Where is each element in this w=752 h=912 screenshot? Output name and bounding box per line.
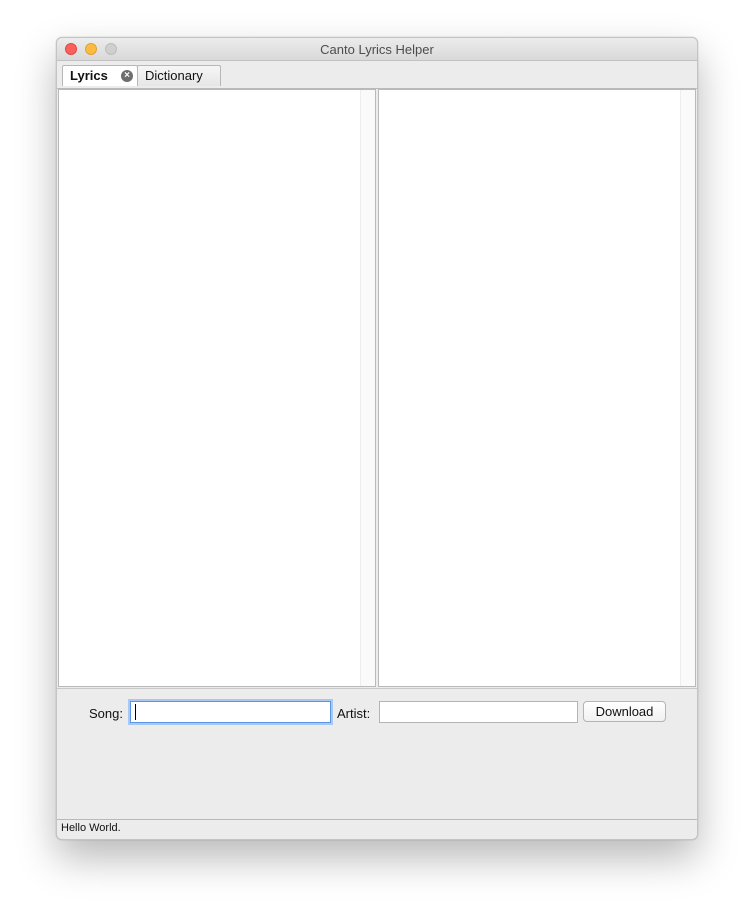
tab-strip: Lyrics × Dictionary <box>57 61 697 89</box>
left-scrollbar-track[interactable] <box>360 90 375 686</box>
lyrics-content-area <box>57 89 697 689</box>
window-title: Canto Lyrics Helper <box>320 42 434 57</box>
close-circle-icon[interactable]: × <box>121 70 133 82</box>
song-input[interactable] <box>130 701 331 723</box>
translation-text-pane[interactable] <box>378 89 696 687</box>
artist-label: Artist: <box>337 706 371 721</box>
status-bar: Hello World. <box>57 820 697 839</box>
download-button[interactable]: Download <box>583 701 666 722</box>
lyrics-text-pane[interactable] <box>58 89 376 687</box>
tab-dictionary[interactable]: Dictionary <box>137 65 221 86</box>
song-label: Song: <box>89 706 123 721</box>
status-text: Hello World. <box>61 822 121 834</box>
app-window: Canto Lyrics Helper Lyrics × Dictionary … <box>56 37 698 840</box>
title-bar[interactable]: Canto Lyrics Helper <box>57 38 697 61</box>
right-scrollbar-track[interactable] <box>680 90 695 686</box>
tab-dictionary-label: Dictionary <box>145 68 203 83</box>
download-form: Song: Artist: Download <box>57 689 697 820</box>
text-caret <box>135 704 136 720</box>
artist-input[interactable] <box>379 701 578 723</box>
tab-lyrics[interactable]: Lyrics × <box>62 65 138 86</box>
tab-lyrics-label: Lyrics <box>70 68 108 83</box>
